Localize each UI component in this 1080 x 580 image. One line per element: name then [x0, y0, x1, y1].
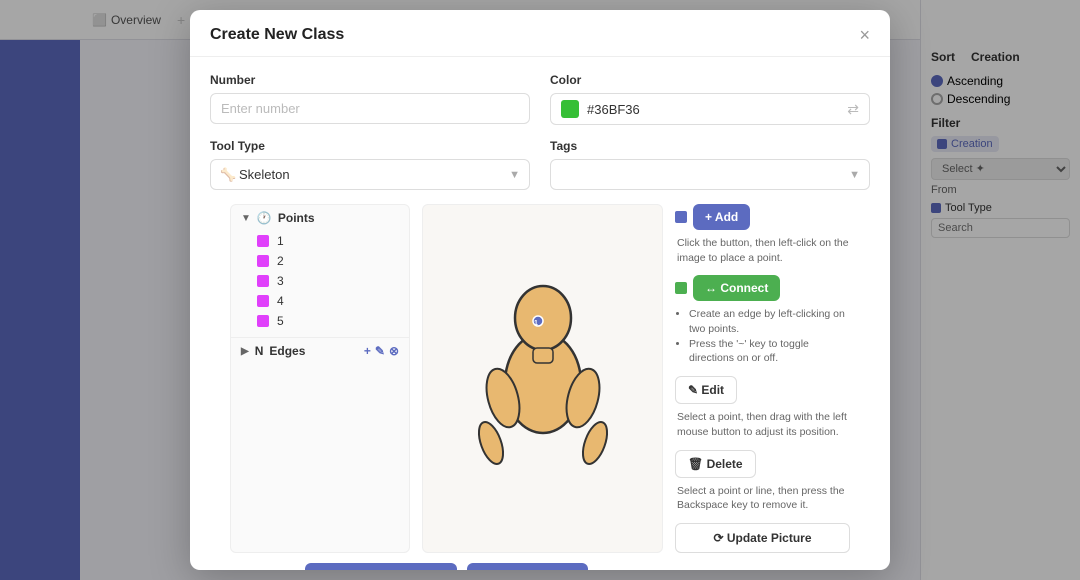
color-swatch — [561, 100, 579, 118]
color-group: Color #36BF36 ⇄ — [550, 73, 870, 125]
attributes-bar: Attributes(0) Advanced Configuration Man… — [210, 553, 870, 570]
action-panel: + Add Click the button, then left-click … — [675, 204, 850, 553]
create-class-modal: Create New Class × Number Color #36BF36 … — [190, 10, 890, 570]
point-color-4 — [257, 295, 269, 307]
advanced-config-button[interactable]: Advanced Configuration — [305, 563, 457, 570]
edges-n-icon: N — [255, 344, 264, 358]
point-label-3: 3 — [277, 274, 284, 288]
delete-button[interactable]: 🗑 Delete — [675, 450, 756, 478]
modal-header: Create New Class × — [190, 10, 890, 57]
tool-type-select-wrapper: 🦴 Skeleton ▼ — [210, 159, 530, 190]
edges-actions: + ✎ ⊗ — [364, 344, 399, 358]
point-label-2: 2 — [277, 254, 284, 268]
close-button[interactable]: × — [859, 26, 870, 44]
add-color-dot — [675, 211, 687, 223]
point-color-2 — [257, 255, 269, 267]
modal-body: Number Color #36BF36 ⇄ Tool Type 🦴 Skel — [190, 57, 890, 570]
point-label-1: 1 — [277, 234, 284, 248]
number-group: Number — [210, 73, 530, 125]
update-picture-button[interactable]: ⟳ Update Picture — [675, 523, 850, 553]
tags-select[interactable] — [550, 159, 870, 190]
point-item-3[interactable]: 3 — [241, 271, 399, 291]
edit-edge-icon[interactable]: ✎ — [375, 344, 385, 358]
point-item-2[interactable]: 2 — [241, 251, 399, 271]
edit-description: Select a point, then drag with the left … — [675, 410, 850, 439]
edges-header: ▶ N Edges + ✎ ⊗ — [231, 337, 409, 364]
points-label: Points — [278, 211, 315, 225]
manage-attributes-button[interactable]: Manage Attributes — [467, 563, 588, 570]
points-section: ▼ 🕐 Points 1 2 — [231, 205, 409, 337]
connect-color-dot — [675, 282, 687, 294]
point-color-1 — [257, 235, 269, 247]
delete-edge-icon[interactable]: ⊗ — [389, 344, 399, 358]
point-label-4: 4 — [277, 294, 284, 308]
color-label: Color — [550, 73, 870, 87]
points-header[interactable]: ▼ 🕐 Points — [241, 211, 399, 225]
number-label: Number — [210, 73, 530, 87]
point-label-5: 5 — [277, 314, 284, 328]
form-row-1: Number Color #36BF36 ⇄ — [210, 73, 870, 125]
delete-description: Select a point or line, then press the B… — [675, 484, 850, 513]
add-action-section: + Add Click the button, then left-click … — [675, 204, 850, 265]
color-input-field[interactable]: #36BF36 ⇄ — [550, 93, 870, 125]
add-edge-icon[interactable]: + — [364, 344, 371, 358]
form-row-2: Tool Type 🦴 Skeleton ▼ Tags ▼ — [210, 139, 870, 190]
tool-type-group: Tool Type 🦴 Skeleton ▼ — [210, 139, 530, 190]
skeleton-figure-svg: 1 — [443, 253, 643, 503]
connect-description: Create an edge by left-clicking on two p… — [675, 307, 850, 366]
edges-label: Edges — [269, 344, 305, 358]
point-item-5[interactable]: 5 — [241, 311, 399, 331]
number-input[interactable] — [210, 93, 530, 124]
tags-label: Tags — [550, 139, 870, 153]
tags-select-wrapper: ▼ — [550, 159, 870, 190]
edit-button[interactable]: ✎ Edit — [675, 376, 737, 404]
points-edges-panel: ▼ 🕐 Points 1 2 — [230, 204, 410, 553]
connect-button[interactable]: ↔ Connect — [693, 275, 780, 301]
skeleton-icon: 🦴 — [220, 167, 236, 183]
tool-type-label: Tool Type — [210, 139, 530, 153]
edit-action-section: ✎ Edit Select a point, then drag with th… — [675, 376, 850, 439]
modal-title: Create New Class — [210, 26, 344, 44]
tool-type-select[interactable]: Skeleton — [210, 159, 530, 190]
add-description: Click the button, then left-click on the… — [675, 236, 850, 265]
points-list: 1 2 3 4 — [241, 231, 399, 331]
attributes-label: Attributes(0) — [230, 569, 295, 570]
clock-icon: 🕐 — [257, 211, 272, 225]
point-color-5 — [257, 315, 269, 327]
tags-group: Tags ▼ — [550, 139, 870, 190]
edges-toggle[interactable]: ▶ N Edges — [241, 344, 305, 358]
point-item-4[interactable]: 4 — [241, 291, 399, 311]
point-color-3 — [257, 275, 269, 287]
svg-text:1: 1 — [534, 320, 538, 327]
content-area: ▼ 🕐 Points 1 2 — [210, 204, 870, 553]
delete-action-section: 🗑 Delete Select a point or line, then pr… — [675, 450, 850, 513]
add-button[interactable]: + Add — [693, 204, 750, 230]
color-value: #36BF36 — [587, 102, 839, 117]
point-item-1[interactable]: 1 — [241, 231, 399, 251]
image-panel: 1 — [422, 204, 663, 553]
points-chevron-icon: ▼ — [241, 213, 251, 224]
edges-chevron-icon: ▶ — [241, 346, 249, 357]
color-clear-icon[interactable]: ⇄ — [847, 101, 859, 118]
connect-action-section: ↔ Connect Create an edge by left-clickin… — [675, 275, 850, 366]
